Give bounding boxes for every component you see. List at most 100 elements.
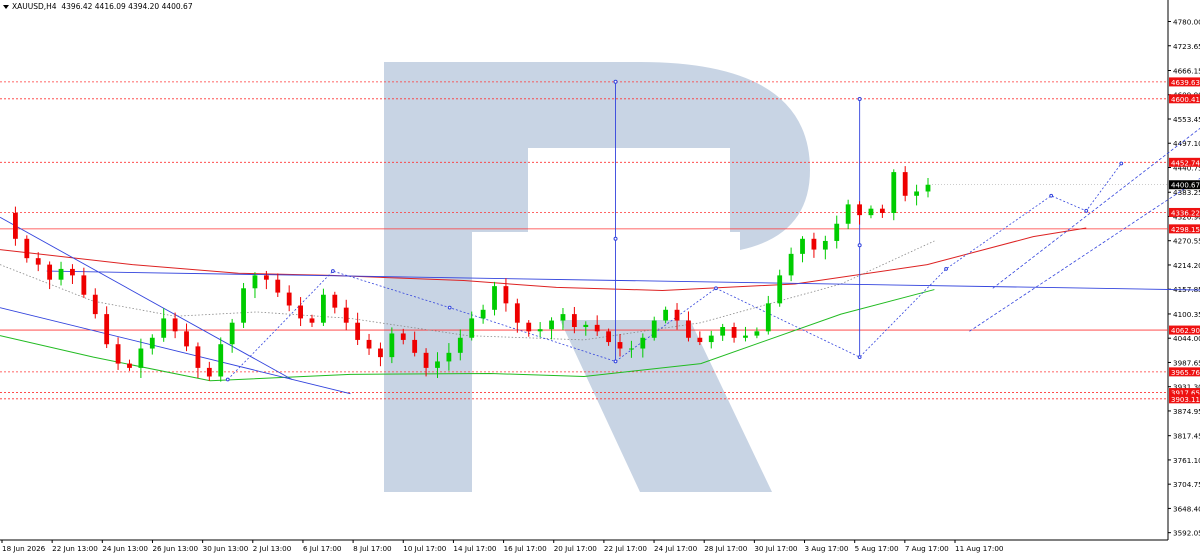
y-tick-label: 3987.65 xyxy=(1173,358,1200,367)
candle-body xyxy=(868,208,874,216)
candle-body xyxy=(378,348,383,358)
x-tick-label: 30 Jun 13:00 xyxy=(203,544,249,553)
x-tick-label: 26 Jun 13:00 xyxy=(152,544,198,553)
x-tick-label: 18 Jun 2026 xyxy=(2,544,46,553)
channel-line xyxy=(969,177,1200,332)
candle-body xyxy=(857,204,862,216)
candle-body xyxy=(663,309,669,321)
current-price-label: 4400.67 xyxy=(1171,182,1200,190)
candle-body xyxy=(731,327,737,338)
chart-header: XAUUSD,H4 4396.42 4416.09 4394.20 4400.6… xyxy=(3,2,193,11)
x-tick-label: 8 Jul 17:00 xyxy=(353,544,392,553)
candle-body xyxy=(446,352,452,362)
y-tick-label: 4780.00 xyxy=(1173,18,1200,27)
candle-body xyxy=(13,212,18,239)
candle-body xyxy=(149,337,155,349)
candle-body xyxy=(549,320,554,330)
candle-body xyxy=(834,223,840,241)
y-tick-label: 4044.00 xyxy=(1173,334,1200,343)
zigzag-point xyxy=(447,305,452,310)
candle-body xyxy=(366,339,372,349)
y-tick-label: 4100.35 xyxy=(1173,310,1200,319)
y-tick-label: 3648.40 xyxy=(1173,504,1200,513)
candle-body xyxy=(754,331,760,336)
level-badge-label: 3965.76 xyxy=(1171,369,1200,377)
candle-body xyxy=(651,320,657,338)
candle-body xyxy=(708,335,714,343)
dropdown-triangle-icon[interactable] xyxy=(3,5,9,9)
candle-body xyxy=(879,208,885,213)
candle-body xyxy=(891,172,897,213)
trendline xyxy=(46,270,1200,291)
candle-body xyxy=(514,303,520,323)
chart-canvas[interactable]: 4780.004723.654666.154609.804553.454497.… xyxy=(0,0,1200,555)
candle-body xyxy=(606,331,611,343)
candle-body xyxy=(811,238,817,250)
candle-body xyxy=(35,258,41,265)
candle-body xyxy=(526,322,532,332)
candle-body xyxy=(697,337,703,343)
candle-body xyxy=(571,314,577,328)
zigzag-point xyxy=(613,359,618,364)
anchor-point xyxy=(857,243,862,248)
y-tick-label: 3874.95 xyxy=(1173,407,1200,416)
x-tick-label: 10 Jul 17:00 xyxy=(403,544,447,553)
zigzag-point xyxy=(225,377,230,382)
watermark-logo xyxy=(384,62,810,492)
watermark-logo-bowl xyxy=(472,62,810,250)
candle-body xyxy=(845,204,851,224)
candle-body xyxy=(218,344,224,377)
candle-body xyxy=(800,238,805,254)
level-badge-label: 4298.15 xyxy=(1171,226,1200,234)
candle-body xyxy=(765,303,771,332)
candle-body xyxy=(321,294,326,323)
candle-body xyxy=(925,184,931,192)
x-tick-label: 5 Aug 17:00 xyxy=(855,544,899,553)
y-tick-label: 4497.10 xyxy=(1173,139,1200,148)
candle-body xyxy=(674,309,680,321)
candle-body xyxy=(24,238,30,259)
x-tick-label: 7 Aug 17:00 xyxy=(905,544,949,553)
candle-body xyxy=(161,318,167,338)
level-badge-label: 3903.11 xyxy=(1171,396,1200,404)
y-tick-label: 3761.10 xyxy=(1173,456,1200,465)
candle-body xyxy=(286,292,292,306)
candle-body xyxy=(229,322,235,345)
zigzag-point xyxy=(714,286,718,291)
y-tick-label: 3592.05 xyxy=(1173,529,1200,538)
x-tick-label: 28 Jul 17:00 xyxy=(704,544,748,553)
candle-body xyxy=(263,275,269,280)
x-tick-label: 24 Jul 17:00 xyxy=(654,544,698,553)
candle-body xyxy=(902,172,908,196)
candle-body xyxy=(184,331,189,347)
candle-body xyxy=(617,342,623,349)
x-tick-label: 22 Jul 17:00 xyxy=(604,544,648,553)
candle-body xyxy=(412,339,418,353)
candle-body xyxy=(241,288,246,323)
candle-body xyxy=(70,268,75,276)
level-badge-label: 4639.63 xyxy=(1171,79,1200,87)
y-tick-label: 4270.55 xyxy=(1173,237,1200,246)
candle-body xyxy=(355,322,361,340)
zigzag-point xyxy=(1084,208,1089,213)
x-tick-label: 16 Jul 17:00 xyxy=(504,544,548,553)
candle-body xyxy=(640,337,646,349)
candle-body xyxy=(127,363,132,368)
candle-body xyxy=(629,348,634,350)
zigzag-point xyxy=(944,267,948,271)
candle-body xyxy=(104,314,110,345)
y-tick-label: 3704.75 xyxy=(1173,480,1200,489)
candle-body xyxy=(423,352,429,368)
level-badge-label: 4062.90 xyxy=(1171,327,1200,335)
y-tick-label: 4553.45 xyxy=(1173,115,1200,124)
channel-line xyxy=(992,127,1200,289)
candle-body xyxy=(583,324,589,328)
candle-body xyxy=(686,320,691,338)
chart[interactable]: XAUUSD,H4 4396.42 4416.09 4394.20 4400.6… xyxy=(0,0,1200,555)
x-tick-label: 14 Jul 17:00 xyxy=(453,544,497,553)
y-tick-label: 3817.45 xyxy=(1173,432,1200,441)
x-tick-label: 3 Aug 17:00 xyxy=(805,544,849,553)
candle-body xyxy=(492,286,497,310)
candle-body xyxy=(720,327,726,336)
candle-body xyxy=(400,333,406,340)
